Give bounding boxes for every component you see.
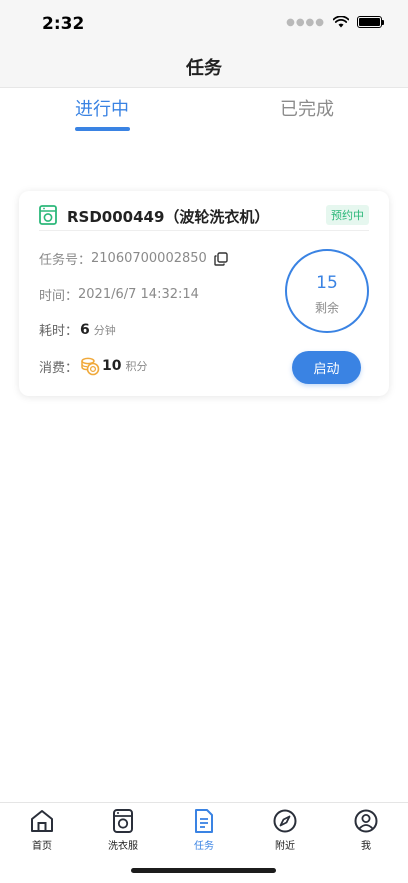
battery-icon [357,16,384,28]
tab-tasks-label: 任务 [194,841,214,852]
task-number-label: 任务号： [39,253,92,268]
tab-home-label: 首页 [32,841,52,852]
task-number-row: 任务号： 21060700002850 [39,249,228,268]
tab-in-progress[interactable]: 进行中 [75,95,129,121]
time-row: 时间： 2021/6/7 14:32:14 [39,285,199,304]
tab-home[interactable]: 首页 [12,808,72,852]
tab-tasks[interactable]: 任务 [174,808,234,852]
nav-header: 任务 [0,46,408,88]
task-card[interactable]: RSD000449（波轮洗衣机） 预约中 任务号： 21060700002850… [19,191,389,396]
user-icon [354,809,378,833]
tab-nearby-label: 附近 [275,841,295,852]
cost-row: 消费： 10 积分 [39,356,148,376]
machine-title: RSD000449（波轮洗衣机） [67,208,270,226]
status-icons: ●●●● [286,16,384,28]
time-label: 时间： [39,289,79,304]
remaining-label: 剩余 [314,301,339,315]
tab-laundry-label: 洗衣服 [108,841,138,852]
cost-unit: 积分 [125,360,148,373]
task-card-header: RSD000449（波轮洗衣机） 预约中 [39,205,369,231]
tab-laundry[interactable]: 洗衣服 [93,808,153,852]
washer-icon [113,809,133,833]
duration-row: 耗时： 6 分钟 [39,320,116,340]
remaining-ring: 15 剩余 [285,249,369,333]
home-indicator [131,868,276,873]
start-button[interactable]: 启动 [292,351,361,384]
cost-label: 消费： [39,360,79,376]
duration-label: 耗时： [39,324,79,339]
tab-indicator [75,127,130,131]
duration-unit: 分钟 [93,323,116,337]
signal-icon: ●●●● [286,16,325,28]
task-number-value: 21060700002850 [91,251,207,266]
status-bar: 2:32 ●●●● [0,0,408,46]
compass-icon [273,809,297,833]
coin-icon [81,357,100,376]
page-title: 任务 [186,58,222,79]
status-tabs: 进行中 已完成 [0,88,408,138]
tab-nearby[interactable]: 附近 [255,808,315,852]
screen: 2:32 ●●●● 任务 进行中 已完成 RSD000449（波轮洗衣机） 预约… [0,0,408,883]
remaining-value: 15 [316,273,338,293]
duration-value: 6 [80,321,90,338]
home-icon [31,810,53,832]
status-badge: 预约中 [326,205,369,225]
tab-completed[interactable]: 已完成 [280,95,334,121]
washer-icon [39,205,57,225]
time-value: 2021/6/7 14:32:14 [78,287,199,302]
copy-icon[interactable] [214,251,228,266]
wifi-icon [333,16,349,28]
tab-me-label: 我 [361,841,371,852]
document-icon [195,809,213,833]
status-time: 2:32 [42,14,85,34]
cost-value: 10 [102,358,122,374]
tab-me[interactable]: 我 [336,808,396,852]
